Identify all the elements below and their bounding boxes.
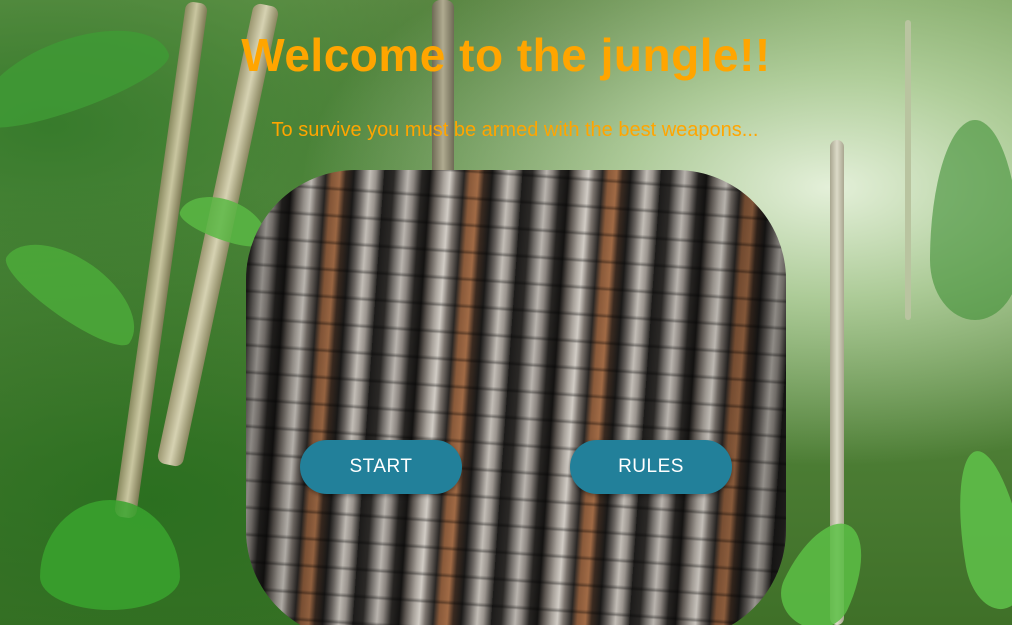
bark-menu-panel — [246, 170, 786, 625]
game-start-screen: Welcome to the jungle!! To survive you m… — [0, 0, 1012, 625]
bark-texture — [246, 170, 786, 625]
page-subtitle: To survive you must be armed with the be… — [271, 119, 759, 141]
page-title: Welcome to the jungle!! — [241, 29, 771, 81]
start-button[interactable]: START — [300, 440, 462, 494]
rules-button[interactable]: RULES — [570, 440, 732, 494]
